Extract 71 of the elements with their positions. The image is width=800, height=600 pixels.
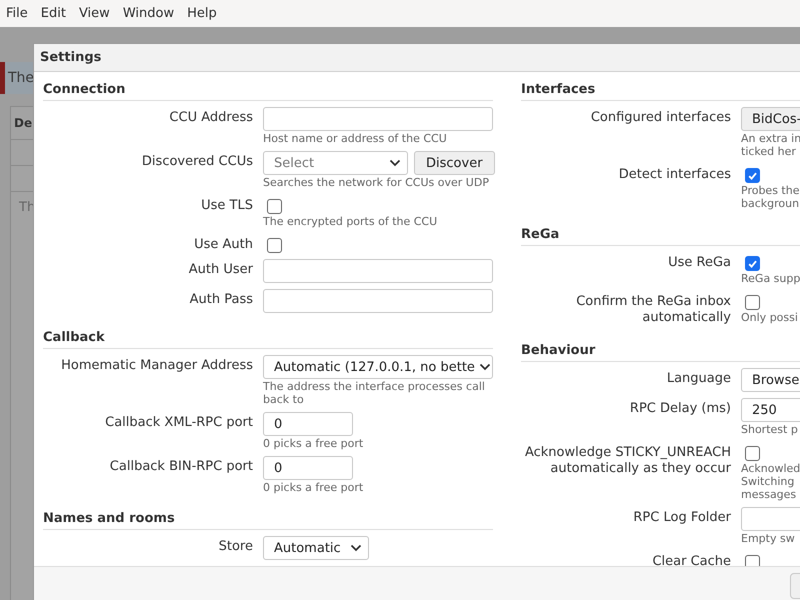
field-label: Confirm the ReGa inbox automatically xyxy=(575,293,731,326)
menu-item[interactable]: Window xyxy=(122,6,186,21)
field-label: Acknowledge STICKY_UNREACH automatically as they occur xyxy=(524,444,731,478)
dropdown[interactable]: Automatic xyxy=(263,536,369,560)
field-label: RPC Log Folder xyxy=(632,509,731,527)
section-heading: Callback xyxy=(43,330,493,349)
chevron-icon xyxy=(350,544,362,552)
checkbox[interactable] xyxy=(267,238,282,253)
discover-button[interactable]: Discover xyxy=(414,151,495,175)
chevron-icon xyxy=(478,363,491,371)
field-label: Use ReGa xyxy=(667,254,731,272)
section-heading: Names and rooms xyxy=(43,511,493,530)
hint-text: Only possi xyxy=(741,311,799,324)
dropdown[interactable]: Automatic (127.0.0.1, no bette xyxy=(263,355,493,379)
hint-text: 0 picks a free port xyxy=(263,437,364,450)
dropdown[interactable]: Select xyxy=(263,151,408,175)
checkbox[interactable] xyxy=(745,256,760,271)
hint-text: Host name or address of the CCU xyxy=(263,132,448,145)
field-label: Store xyxy=(218,538,253,556)
field-label: Clear Cache xyxy=(651,553,731,566)
number-field[interactable]: 0 xyxy=(263,412,353,436)
hint-text: backgroun xyxy=(741,197,800,210)
field-label: Callback BIN-RPC port xyxy=(108,458,253,476)
text-field[interactable] xyxy=(263,289,493,313)
dropdown[interactable]: Browse xyxy=(741,368,800,392)
menu-item[interactable]: File xyxy=(6,6,40,21)
hint-text: 0 picks a free port xyxy=(263,481,364,494)
menu-item[interactable]: Help xyxy=(187,6,229,21)
hint-text: Empty sw xyxy=(741,532,796,545)
hint-text: The address the interface processes call back to xyxy=(263,380,486,406)
field-label: RPC Delay (ms) xyxy=(628,400,731,418)
hint-text: Acknowled xyxy=(741,462,800,475)
hint-text: ticked her xyxy=(741,145,797,158)
section-heading: Connection xyxy=(43,82,493,101)
hint-text: Shortest p xyxy=(741,423,799,436)
checkbox[interactable] xyxy=(745,446,760,461)
hint-text: Switching xyxy=(741,475,796,488)
hint-text: Probes the xyxy=(741,184,800,197)
checkbox[interactable] xyxy=(745,295,760,310)
checkbox[interactable] xyxy=(267,199,282,214)
field-label: Homematic Manager Address xyxy=(60,357,253,375)
field-label: Language xyxy=(666,370,731,388)
field-label: Configured interfaces xyxy=(590,109,731,127)
field-label: Auth User xyxy=(188,261,253,279)
field-label: Callback XML-RPC port xyxy=(104,414,253,432)
field-label: Auth Pass xyxy=(188,291,253,309)
text-field[interactable] xyxy=(263,259,493,283)
section-heading: Behaviour xyxy=(521,343,800,362)
section-heading: Interfaces xyxy=(521,82,800,101)
field-label: Use Auth xyxy=(193,236,253,253)
menu-item[interactable]: Edit xyxy=(40,6,78,21)
field-label: Discovered CCUs xyxy=(140,153,253,171)
panel-header: De xyxy=(14,116,32,130)
menu-item[interactable]: View xyxy=(78,6,122,21)
checkbox[interactable] xyxy=(745,555,760,566)
field-label: Detect interfaces xyxy=(618,166,731,184)
section-heading: ReGa xyxy=(521,227,800,246)
hint-text: The encrypted ports of the CCU xyxy=(263,215,438,228)
dialog-title: Settings xyxy=(40,50,102,65)
checkbox[interactable] xyxy=(745,168,760,183)
hint-text: Searches the network for CCUs over UDP xyxy=(263,176,490,189)
number-field[interactable]: 0 xyxy=(263,456,353,480)
hint-text: ReGa supp xyxy=(741,272,800,285)
field-label: CCU Address xyxy=(168,109,253,127)
hint-text: An extra in xyxy=(741,132,800,145)
number-field[interactable]: 250 xyxy=(741,398,800,422)
field-label: Use TLS xyxy=(200,197,253,215)
hint-text: messages xyxy=(741,488,798,501)
chevron-icon xyxy=(389,159,401,167)
text-field[interactable] xyxy=(263,107,493,131)
banner-text: The xyxy=(8,70,34,86)
